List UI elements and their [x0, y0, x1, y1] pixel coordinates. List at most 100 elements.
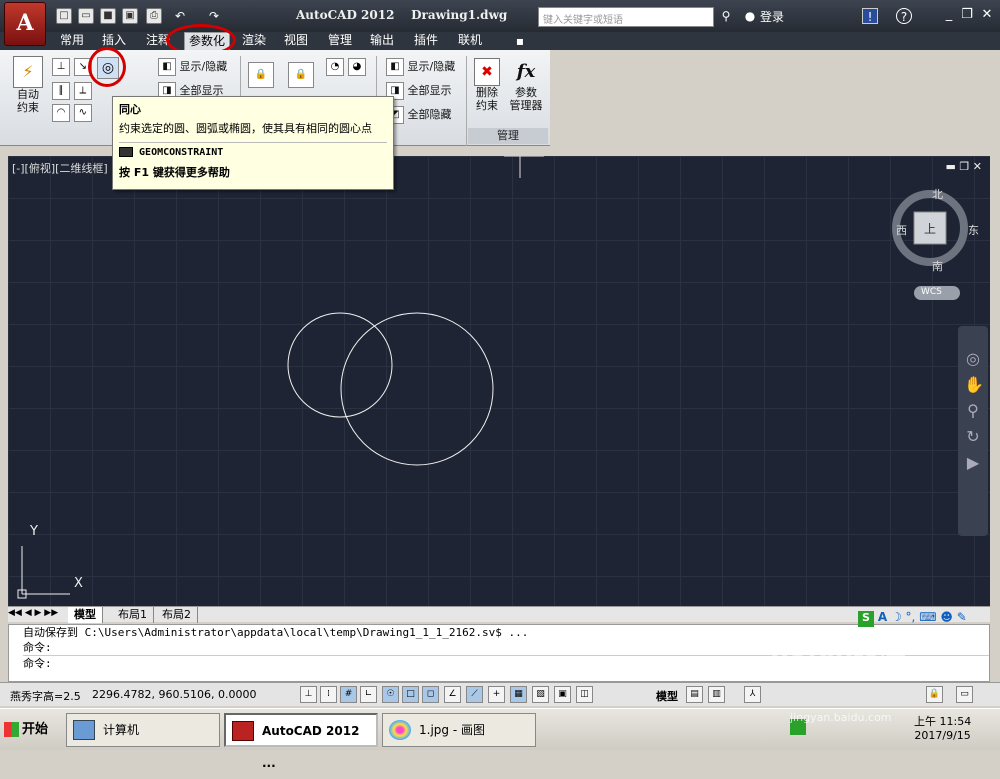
ducs-icon[interactable]: ⟋	[466, 686, 483, 703]
perpendicular-icon[interactable]: ⟂	[73, 82, 92, 100]
lineweight-icon[interactable]: ▦	[510, 686, 527, 703]
camera-icon[interactable]: ▪	[512, 33, 528, 49]
transparency-icon[interactable]: ▧	[532, 686, 549, 703]
snap-mode-icon[interactable]: ⁞	[320, 686, 337, 703]
radius-dimension-icon[interactable]: ◔	[326, 58, 344, 76]
geometric-constraint-icons: ⊥ ↘	[52, 58, 92, 76]
restore-icon[interactable]: ❐	[958, 6, 976, 24]
taskbar-autocad[interactable]: AutoCAD 2012 ...	[224, 713, 378, 770]
osnap-icon[interactable]: □	[402, 686, 419, 703]
aligned-dimension-icon[interactable]: 🔒	[288, 62, 314, 88]
show-hide-icon: ◧	[158, 58, 176, 76]
drawing-viewport[interactable]: [-][俯视][二维线框] ▬ ❐ ✕ Y X 北 南 东 西 上 WCS ◎ …	[8, 156, 990, 606]
model-space-button[interactable]: 模型	[656, 688, 678, 704]
start-label: 开始	[22, 722, 49, 737]
selection-cycling-icon[interactable]: ◫	[576, 686, 593, 703]
ime-keyboard-icon[interactable]: ⌨	[919, 610, 936, 624]
binoculars-icon[interactable]: ⚲	[718, 8, 734, 24]
parameters-manager-button[interactable]: fx 参数 管理器	[506, 58, 546, 112]
tab-model[interactable]: 模型	[68, 607, 103, 623]
ime-settings-icon[interactable]: ✎	[957, 610, 967, 624]
save-icon[interactable]: ■	[100, 8, 116, 24]
command-icon	[119, 147, 133, 157]
clean-screen-icon[interactable]: ▭	[956, 686, 973, 703]
dim-show-all-button[interactable]: ◨ 全部显示	[386, 82, 452, 100]
large-circle[interactable]	[340, 312, 494, 466]
start-button[interactable]: 开始	[2, 715, 52, 745]
showmotion-icon[interactable]: ▶	[964, 450, 982, 476]
undo-icon[interactable]: ↶	[172, 8, 188, 24]
tangent-icon[interactable]: ◠	[52, 104, 70, 122]
dim-hide-all-button[interactable]: ◩ 全部隐藏	[386, 106, 452, 124]
auto-constrain-label: 自动 约束	[17, 88, 39, 114]
diameter-dimension-icon[interactable]: ◕	[347, 58, 366, 76]
user-icon[interactable]: ●	[742, 8, 758, 24]
otrack-icon[interactable]: ∠	[444, 686, 461, 703]
taskbar-computer[interactable]: 计算机	[66, 713, 220, 747]
close-icon[interactable]: ✕	[978, 6, 996, 24]
tab-online[interactable]: 联机	[454, 32, 486, 50]
auto-constrain-button[interactable]: ⚡ 自动 约束	[10, 56, 46, 114]
print-icon[interactable]: ⎙	[146, 8, 162, 24]
parallel-icon[interactable]: ∥	[52, 82, 70, 100]
delete-constraints-button[interactable]: ✖ 删除 约束	[472, 58, 502, 112]
compass-north[interactable]: 北	[932, 186, 943, 202]
tab-layout1[interactable]: 布局1	[112, 607, 154, 623]
viewcube-top-label[interactable]: 上	[924, 220, 936, 237]
steering-wheel-icon[interactable]: ◎	[964, 346, 982, 372]
ime-a-icon[interactable]: A	[878, 610, 887, 624]
dim-show-hide-icon: ◧	[386, 58, 404, 76]
login-link[interactable]: 登录	[760, 8, 784, 25]
annotation-scale-icon[interactable]: ⅄	[744, 686, 761, 703]
application-menu-button[interactable]: A	[4, 2, 46, 46]
ime-user-icon[interactable]: ☻	[940, 610, 953, 624]
quick-view-layouts-icon[interactable]: ▤	[686, 686, 703, 703]
ortho-icon[interactable]: ∟	[360, 686, 377, 703]
exchange-icon[interactable]: !	[862, 8, 878, 24]
small-circle[interactable]	[287, 312, 393, 418]
redo-icon[interactable]: ↷	[206, 8, 222, 24]
dimension-icons: ◔ ◕	[326, 58, 366, 76]
help-icon[interactable]: ?	[896, 8, 912, 24]
grid-icon[interactable]: #	[340, 686, 357, 703]
show-hide-button[interactable]: ◧ 显示/隐藏	[158, 58, 227, 76]
ime-moon-icon[interactable]: ☽	[891, 610, 902, 624]
ime-dot-icon[interactable]: °,	[906, 610, 916, 624]
polar-icon[interactable]: ☉	[382, 686, 399, 703]
wcs-label[interactable]: WCS	[921, 287, 942, 297]
coincident-icon[interactable]: ⊥	[52, 58, 70, 76]
new-file-icon[interactable]: □	[56, 8, 72, 24]
ime-s-icon[interactable]: S	[858, 611, 874, 627]
quick-properties-icon[interactable]: ▣	[554, 686, 571, 703]
pan-icon[interactable]: ✋	[964, 372, 984, 398]
tab-view[interactable]: 视图	[280, 32, 312, 50]
tab-manage[interactable]: 管理	[324, 32, 356, 50]
tab-render[interactable]: 渲染	[238, 32, 270, 50]
compass-west[interactable]: 西	[896, 222, 907, 238]
compass-east[interactable]: 东	[968, 222, 979, 238]
linear-dimension-icon[interactable]: 🔒	[248, 62, 274, 88]
tab-plugins[interactable]: 插件	[410, 32, 442, 50]
dim-show-hide-button[interactable]: ◧ 显示/隐藏	[386, 58, 455, 76]
search-input[interactable]: 键入关键字或短语	[538, 7, 714, 27]
open-file-icon[interactable]: ▭	[78, 8, 94, 24]
clock[interactable]: 上午 11:54 2017/9/15	[914, 715, 971, 743]
minimize-icon[interactable]: _	[940, 6, 958, 24]
tab-layout2[interactable]: 布局2	[156, 607, 198, 623]
dyn-icon[interactable]: +	[488, 686, 505, 703]
smooth-icon[interactable]: ∿	[73, 104, 92, 122]
zoom-icon[interactable]: ⚲	[964, 398, 982, 424]
toolbar-lock-icon[interactable]: 🔒	[926, 686, 943, 703]
compass-south[interactable]: 南	[932, 258, 943, 274]
infer-constraints-icon[interactable]: ⊥	[300, 686, 317, 703]
taskbar-paint[interactable]: 1.jpg - 画图	[382, 713, 536, 747]
layout-nav-arrows[interactable]: ◀◀ ◀ ▶ ▶▶	[8, 608, 58, 618]
orbit-icon[interactable]: ↻	[964, 424, 982, 450]
3d-osnap-icon[interactable]: ◻	[422, 686, 439, 703]
quick-view-drawings-icon[interactable]: ▥	[708, 686, 725, 703]
save-as-icon[interactable]: ▣	[122, 8, 138, 24]
fx-icon: fx	[516, 61, 536, 82]
coordinates-readout[interactable]: 2296.4782, 960.5106, 0.0000	[92, 688, 256, 701]
tab-output[interactable]: 输出	[366, 32, 398, 50]
tab-home[interactable]: 常用	[56, 32, 88, 50]
